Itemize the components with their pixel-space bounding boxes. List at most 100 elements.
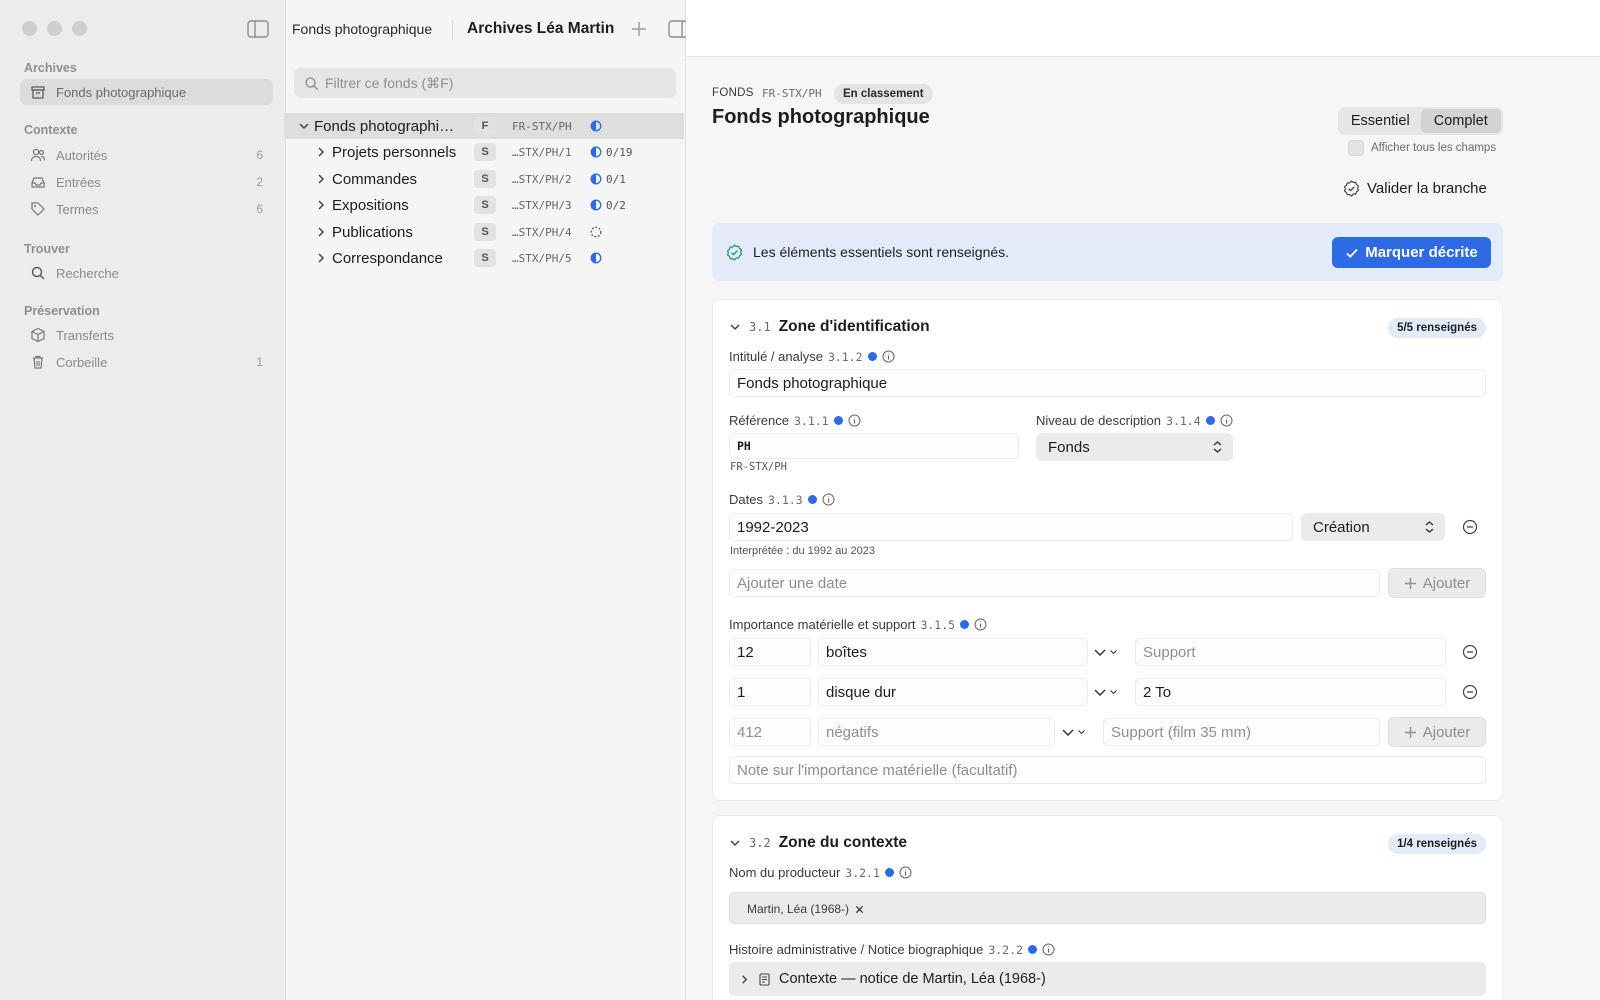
filter-search-input[interactable]: Filtrer ce fonds (⌘F): [294, 68, 676, 98]
mode-complet-button[interactable]: Complet: [1420, 109, 1501, 133]
new-extent-unit-dropdown[interactable]: [1062, 726, 1086, 738]
toggle-sidebar-icon[interactable]: [247, 20, 269, 38]
extent-note-input[interactable]: Note sur l'importance matérielle (facult…: [729, 756, 1486, 784]
zoom-window-button[interactable]: [72, 21, 87, 36]
add-icon[interactable]: [631, 21, 647, 37]
required-dot: [1205, 416, 1215, 425]
add-date-label: Ajouter: [1422, 574, 1471, 592]
half-circle-icon: [590, 199, 602, 211]
zone-identification-header[interactable]: 3.1 Zone d'identification: [729, 318, 930, 336]
field-label-text: Niveau de description: [1036, 413, 1162, 428]
info-icon[interactable]: [1220, 414, 1233, 427]
required-dot: [867, 352, 877, 361]
level-select[interactable]: Fonds: [1036, 433, 1233, 461]
validate-branch-button[interactable]: Valider la branche: [1343, 180, 1487, 197]
tree-row[interactable]: Projets personnels S …STX/PH/1 0/19: [284, 139, 684, 165]
sidebar-item-autorites[interactable]: Autorités 6: [20, 142, 273, 168]
extent-unit-dropdown[interactable]: [1094, 646, 1118, 658]
breadcrumb[interactable]: Fonds photographique: [292, 21, 432, 37]
search-icon: [305, 76, 319, 90]
close-window-button[interactable]: [22, 21, 37, 36]
remove-date-icon[interactable]: [1462, 519, 1478, 535]
chevron-down-icon: [1094, 649, 1106, 657]
extent-support-input[interactable]: 2 To: [1135, 678, 1446, 706]
extent-field-label: Importance matérielle et support 3.1.5: [729, 617, 987, 632]
add-date-button[interactable]: Ajouter: [1388, 568, 1486, 598]
info-icon[interactable]: [1042, 943, 1055, 956]
sidebar-item-label: Recherche: [56, 265, 119, 281]
chevron-down-icon[interactable]: [729, 321, 741, 333]
sidebar-item-transferts[interactable]: Transferts: [20, 322, 273, 348]
tree-row-progress: 0/2: [606, 198, 626, 212]
chevron-down-icon: [1094, 689, 1106, 697]
show-all-fields-toggle[interactable]: Afficher tous les champs: [1348, 140, 1496, 156]
info-icon[interactable]: [899, 866, 912, 879]
extent-unit-input[interactable]: disque dur: [818, 678, 1088, 706]
required-dot: [1027, 945, 1037, 954]
tag-icon: [31, 202, 45, 216]
half-circle-icon: [590, 120, 602, 132]
zone-contexte-header[interactable]: 3.2 Zone du contexte: [729, 834, 907, 852]
extent-support-input[interactable]: Support: [1135, 638, 1446, 666]
remove-token-icon[interactable]: [855, 905, 864, 914]
extent-unit-input[interactable]: boîtes: [818, 638, 1088, 666]
tree-row-label: Expositions: [332, 196, 409, 214]
producer-token-field[interactable]: Martin, Léa (1968-): [729, 892, 1486, 924]
field-label-text: Importance matérielle et support: [729, 617, 916, 632]
info-icon[interactable]: [848, 414, 861, 427]
sidebar-item-count: 2: [256, 175, 263, 189]
sidebar-item-fonds[interactable]: Fonds photographique: [20, 79, 273, 105]
extent-qty-input[interactable]: 12: [729, 638, 811, 666]
chevron-right-icon[interactable]: [315, 226, 327, 238]
validate-branch-label: Valider la branche: [1367, 180, 1487, 197]
view-mode-segmented-control: Essentiel Complet: [1338, 107, 1503, 135]
half-circle-icon: [590, 252, 602, 264]
dates-interpretation: Interprétée : du 1992 au 2023: [730, 545, 875, 557]
producer-token[interactable]: Martin, Léa (1968-): [747, 902, 864, 916]
field-label-text: Nom du producteur: [729, 865, 841, 880]
chevron-down-icon[interactable]: [729, 837, 741, 849]
mode-essentiel-button[interactable]: Essentiel: [1340, 109, 1421, 133]
tree-row[interactable]: Correspondance S …STX/PH/5: [284, 245, 684, 271]
history-reference-row[interactable]: Contexte — notice de Martin, Léa (1968-): [729, 962, 1486, 996]
chevron-right-icon[interactable]: [315, 173, 327, 185]
new-extent-support-input[interactable]: Support (film 35 mm): [1103, 718, 1380, 746]
mark-described-button[interactable]: Marquer décrite: [1332, 237, 1491, 268]
chevron-right-icon[interactable]: [315, 146, 327, 158]
extent-unit-dropdown[interactable]: [1094, 686, 1118, 698]
sidebar-item-recherche[interactable]: Recherche: [20, 260, 273, 286]
tree-row-label: Publications: [332, 223, 413, 241]
chevron-right-icon[interactable]: [315, 199, 327, 211]
level-badge: F: [474, 117, 496, 135]
minimize-window-button[interactable]: [47, 21, 62, 36]
show-all-label: Afficher tous les champs: [1371, 142, 1497, 154]
info-icon[interactable]: [882, 350, 895, 363]
chevron-down-icon[interactable]: [298, 120, 310, 132]
tree-row-code: …STX/PH/2: [512, 172, 572, 186]
remove-extent-icon[interactable]: [1462, 644, 1478, 660]
add-date-input[interactable]: Ajouter une date: [729, 569, 1380, 597]
chevron-right-icon[interactable]: [315, 252, 327, 264]
tree-row[interactable]: Publications S …STX/PH/4: [284, 219, 684, 245]
sidebar-item-corbeille[interactable]: Corbeille 1: [20, 349, 273, 375]
info-icon[interactable]: [974, 618, 987, 631]
date-type-select[interactable]: Création: [1301, 513, 1445, 541]
chevron-down-icon: [1062, 729, 1074, 737]
info-icon[interactable]: [822, 493, 835, 506]
tree-row[interactable]: Expositions S …STX/PH/3 0/2: [284, 192, 684, 218]
tree-row[interactable]: Commandes S …STX/PH/2 0/1: [284, 166, 684, 192]
tree-row[interactable]: Fonds photographi… F FR-STX/PH: [284, 113, 684, 139]
remove-extent-icon[interactable]: [1462, 684, 1478, 700]
sidebar-item-termes[interactable]: Termes 6: [20, 196, 273, 222]
show-all-checkbox[interactable]: [1348, 140, 1364, 156]
title-input[interactable]: Fonds photographique: [729, 369, 1486, 397]
sidebar-item-entrees[interactable]: Entrées 2: [20, 169, 273, 195]
new-extent-unit-input[interactable]: négatifs: [818, 718, 1055, 746]
dates-input[interactable]: 1992-2023: [729, 513, 1293, 541]
extent-qty-input[interactable]: 1: [729, 678, 811, 706]
add-extent-button[interactable]: Ajouter: [1388, 717, 1486, 747]
people-icon: [30, 148, 46, 162]
chevron-right-icon[interactable]: [739, 973, 750, 986]
reference-input[interactable]: PH: [729, 433, 1019, 459]
new-extent-qty-input[interactable]: 412: [729, 718, 811, 746]
